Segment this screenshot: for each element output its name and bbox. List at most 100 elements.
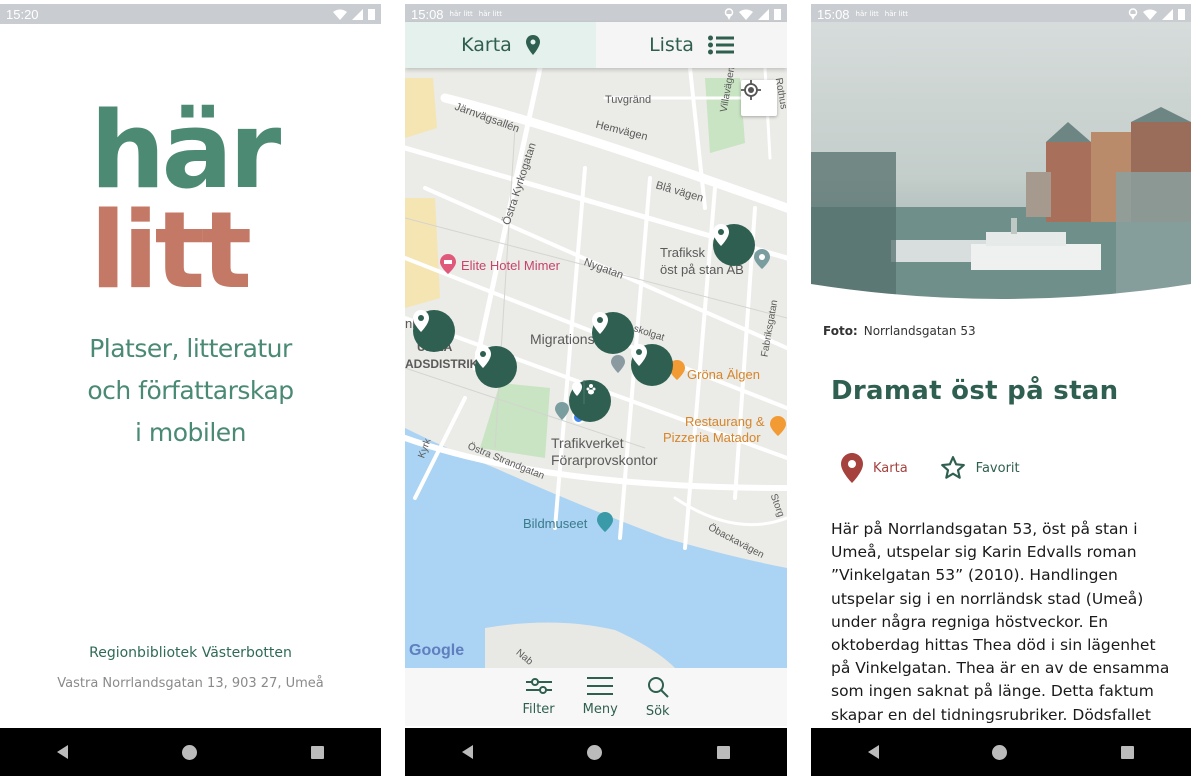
- mini-logo-icon: här litt: [855, 9, 879, 18]
- photo-caption-label: Foto:: [823, 324, 858, 338]
- mini-logo-icon: här litt: [449, 9, 473, 18]
- place-description: Här på Norrlandsgatan 53, öst på stan i …: [831, 520, 1170, 724]
- map-pin-icon: [713, 224, 729, 246]
- place-marker-icon: [611, 355, 625, 373]
- map-pin-icon: [592, 312, 608, 334]
- back-icon[interactable]: [57, 745, 68, 759]
- museum-marker-icon: [555, 402, 569, 420]
- hero-photo: [811, 22, 1191, 307]
- map-label: Bildmuseet: [523, 516, 588, 531]
- map-pin-icon: [475, 346, 491, 368]
- show-on-map-label: Karta: [873, 460, 908, 476]
- literary-place-pin[interactable]: [413, 310, 455, 352]
- menu-label: Meny: [582, 702, 618, 717]
- search-icon: [647, 677, 669, 698]
- restaurant-marker-icon: [770, 416, 786, 436]
- my-location-button[interactable]: [741, 80, 777, 116]
- search-button[interactable]: Sök: [646, 676, 670, 726]
- museum-marker-icon: [597, 512, 613, 532]
- mini-logo-icon: här litt: [478, 9, 502, 18]
- map-label: ADSDISTRIK: [405, 357, 479, 371]
- battery-icon: [368, 9, 375, 20]
- home-icon[interactable]: [992, 744, 1008, 760]
- literary-place-pin[interactable]: 3: [475, 346, 517, 388]
- literary-place-pin[interactable]: [713, 224, 755, 266]
- google-attribution: Google: [409, 642, 465, 659]
- status-bar: 15:08 här litt här litt: [405, 4, 787, 24]
- map-pin-icon: [631, 344, 647, 366]
- map-screen: 15:08 här litt här litt Karta Lista Tuvg…: [405, 0, 787, 776]
- map-label: Restaurang &: [685, 414, 765, 429]
- map-pin-icon: [841, 453, 863, 483]
- status-bar: 15:20: [0, 4, 381, 24]
- tab-list[interactable]: Lista: [596, 22, 787, 68]
- status-time: 15:08: [817, 6, 850, 22]
- map-label: Pizzeria Matador: [663, 430, 761, 445]
- cluster-icon: [572, 380, 596, 404]
- menu-icon: [587, 677, 614, 695]
- hotel-marker-icon: [440, 254, 456, 274]
- status-icons: [1128, 8, 1185, 20]
- wifi-icon: [333, 9, 347, 20]
- place-detail-screen: 15:08 här litt här litt Foto: Norrlandsg…: [811, 0, 1191, 776]
- system-nav-bar: [405, 728, 787, 776]
- recents-icon[interactable]: [1121, 745, 1135, 759]
- signal-icon: [758, 8, 769, 20]
- bottom-nav: Filter Meny Sök: [405, 668, 787, 726]
- recents-icon[interactable]: [311, 745, 324, 759]
- map-label: Trafiksk: [660, 245, 706, 260]
- place-title: Dramat öst på stan: [831, 376, 1119, 406]
- map-label: Migrations: [530, 331, 595, 347]
- map-label: Tuvgränd: [605, 94, 652, 106]
- status-time: 15:08: [411, 6, 444, 22]
- map-pin-icon: [525, 35, 540, 55]
- status-time: 15:20: [6, 6, 39, 22]
- system-nav-bar: [811, 728, 1191, 776]
- place-actions: Karta Favorit: [841, 453, 1020, 483]
- star-icon: [940, 456, 965, 479]
- status-icons: [333, 8, 375, 20]
- list-icon: [707, 35, 734, 55]
- organization-name: Regionbibliotek Västerbotten: [89, 645, 292, 661]
- literary-cluster-pin[interactable]: [569, 380, 611, 422]
- filter-button[interactable]: Filter: [522, 676, 555, 726]
- tab-list-label: Lista: [649, 34, 694, 56]
- tagline-line: och författarskap: [87, 376, 294, 405]
- home-icon[interactable]: [182, 744, 197, 760]
- photo-caption: Foto: Norrlandsgatan 53: [823, 324, 976, 338]
- favorite-label: Favorit: [975, 460, 1020, 476]
- battery-icon: [774, 9, 781, 20]
- status-icons: [724, 8, 781, 20]
- literary-place-pin[interactable]: 4: [592, 312, 634, 354]
- harbor-photo: [811, 22, 1191, 307]
- map-label: Förarprovskontor: [551, 452, 658, 468]
- home-icon[interactable]: [587, 744, 603, 760]
- splash-screen: 15:20 här litt Platser, litteratur och f…: [0, 0, 381, 776]
- tab-map[interactable]: Karta: [405, 22, 596, 68]
- show-on-map-button[interactable]: Karta: [841, 453, 908, 483]
- location-status-icon: [724, 8, 734, 20]
- filter-label: Filter: [522, 702, 555, 717]
- battery-icon: [1178, 9, 1185, 20]
- back-icon[interactable]: [867, 745, 879, 759]
- map-view[interactable]: Tuvgränd Hemvägen Järnvägsallén Blå väge…: [405, 68, 787, 668]
- tab-map-label: Karta: [461, 34, 512, 56]
- menu-button[interactable]: Meny: [583, 676, 618, 726]
- mini-logo-icon: här litt: [884, 9, 908, 18]
- signal-icon: [1162, 8, 1173, 20]
- organization-address: Vastra Norrlandsgatan 13, 903 27, Umeå: [57, 676, 324, 691]
- favorite-button[interactable]: Favorit: [940, 455, 1020, 481]
- map-pin-icon: [413, 310, 429, 332]
- recents-icon[interactable]: [716, 745, 730, 759]
- photo-credit: Norrlandsgatan 53: [863, 324, 976, 338]
- filter-icon: [525, 678, 552, 694]
- place-marker-icon: [754, 249, 770, 269]
- back-icon[interactable]: [462, 745, 474, 759]
- location-status-icon: [1128, 8, 1138, 20]
- system-nav-bar: [0, 728, 381, 776]
- view-tabs: Karta Lista: [405, 22, 787, 68]
- wifi-icon: [739, 9, 753, 20]
- tagline-line: Platser, litteratur: [89, 334, 292, 363]
- literary-place-pin[interactable]: [631, 344, 673, 386]
- map-label: Gröna Älgen: [687, 367, 760, 382]
